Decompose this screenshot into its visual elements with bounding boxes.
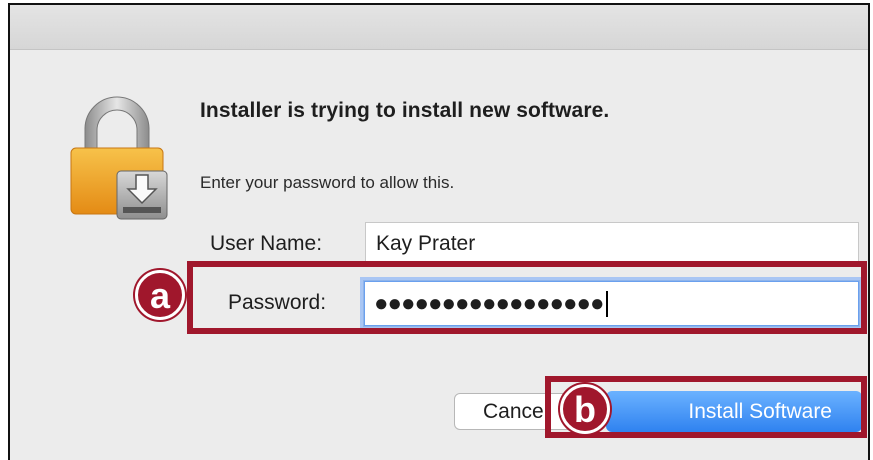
username-label: User Name: bbox=[210, 232, 323, 255]
cancel-button-label: Cancel bbox=[483, 399, 549, 423]
title-bar[interactable] bbox=[10, 5, 868, 50]
annotation-badge-a: a bbox=[135, 270, 185, 320]
annotation-box-a bbox=[187, 261, 867, 334]
username-field[interactable]: Kay Prater bbox=[365, 222, 859, 265]
dialog-heading: Installer is trying to install new softw… bbox=[200, 99, 610, 122]
annotation-badge-b: b bbox=[560, 384, 610, 434]
username-value: Kay Prater bbox=[376, 231, 476, 255]
dialog-message: Enter your password to allow this. bbox=[200, 173, 455, 192]
lock-installer-icon bbox=[65, 93, 169, 223]
